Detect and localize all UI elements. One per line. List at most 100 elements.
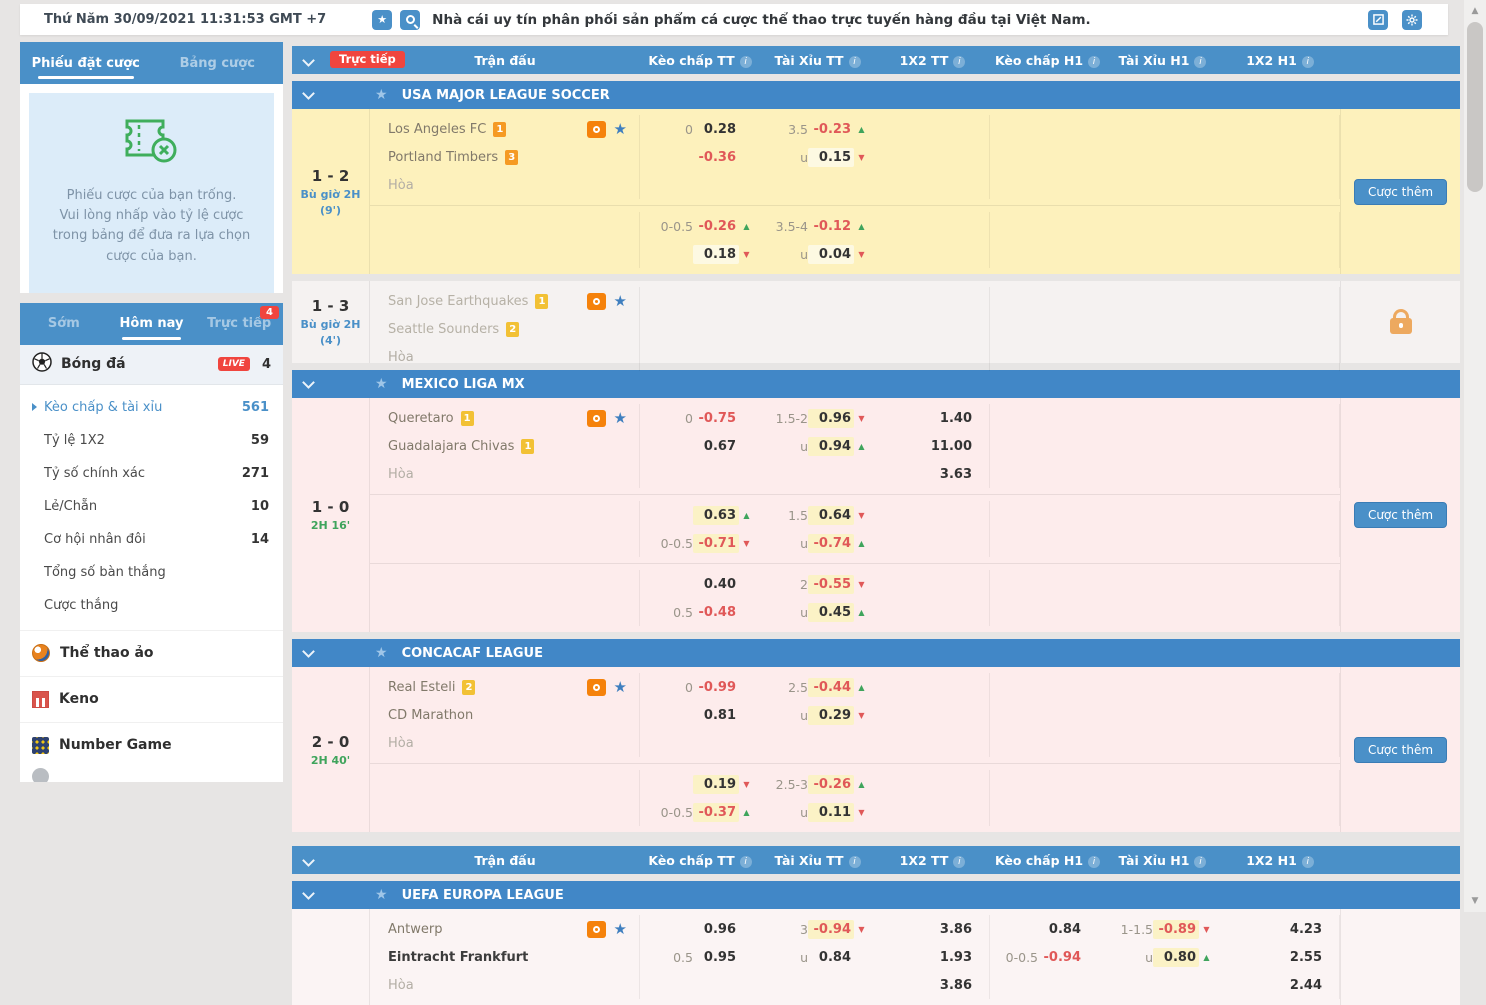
- odds-value[interactable]: -0.26: [693, 217, 739, 236]
- sidebar-item-total-goals[interactable]: Tổng số bàn thắng: [20, 556, 283, 589]
- live-stream-icon[interactable]: [587, 121, 606, 138]
- more-bets-button[interactable]: Cược thêm: [1354, 502, 1447, 528]
- more-bets-button[interactable]: Cược thêm: [1354, 179, 1447, 205]
- tab-today[interactable]: Hôm nay: [108, 303, 196, 345]
- league-star-icon[interactable]: ★: [375, 87, 388, 103]
- scroll-up-icon[interactable]: ▲: [1464, 2, 1486, 20]
- odds-value[interactable]: 0.11: [808, 803, 854, 822]
- league-header-uefa[interactable]: ★ UEFA EUROPA LEAGUE: [292, 881, 1460, 909]
- sidebar-item-1x2[interactable]: Tỷ lệ 1X2 59: [20, 424, 283, 457]
- live-stream-icon[interactable]: [587, 410, 606, 427]
- info-icon[interactable]: i: [849, 56, 861, 68]
- info-icon[interactable]: i: [953, 56, 965, 68]
- odds-value[interactable]: 0.04: [808, 245, 854, 264]
- info-icon[interactable]: i: [1194, 856, 1206, 868]
- search-icon[interactable]: [400, 10, 420, 30]
- favorite-star-icon[interactable]: ★: [614, 120, 627, 138]
- odds-value[interactable]: -0.55: [808, 575, 854, 594]
- live-filter-badge[interactable]: Trực tiếp: [330, 51, 405, 68]
- odds-value[interactable]: 0.84: [808, 948, 854, 967]
- info-icon[interactable]: i: [740, 856, 752, 868]
- odds-value[interactable]: -0.36: [693, 148, 739, 167]
- sidebar-item-double-chance[interactable]: Cơ hội nhân đôi 14: [20, 523, 283, 556]
- odds-value[interactable]: 0.81: [693, 706, 739, 725]
- odds-value[interactable]: 0.15: [808, 148, 854, 167]
- league-star-icon[interactable]: ★: [375, 887, 388, 903]
- info-icon[interactable]: i: [740, 56, 752, 68]
- info-icon[interactable]: i: [1302, 856, 1314, 868]
- collapse-league-icon[interactable]: [302, 87, 315, 100]
- odds-value[interactable]: -0.12: [808, 217, 854, 236]
- odds-value[interactable]: 1.40: [929, 409, 975, 428]
- odds-value[interactable]: 0.96: [808, 409, 854, 428]
- odds-value[interactable]: -0.89: [1153, 920, 1199, 939]
- collapse-all-icon[interactable]: [302, 54, 315, 67]
- league-star-icon[interactable]: ★: [375, 645, 388, 661]
- odds-value[interactable]: 4.23: [1279, 920, 1325, 939]
- sidebar-item-virtual-sports[interactable]: Thể thao ảo: [20, 630, 283, 676]
- tab-early[interactable]: Sớm: [20, 303, 108, 345]
- sidebar-item-keno[interactable]: Keno: [20, 676, 283, 722]
- info-icon[interactable]: i: [849, 856, 861, 868]
- odds-value[interactable]: -0.75: [693, 409, 739, 428]
- favorite-star-icon[interactable]: ★: [614, 678, 627, 696]
- odds-value[interactable]: 3.63: [929, 465, 975, 484]
- favorite-star-icon[interactable]: ★: [372, 10, 392, 30]
- odds-value[interactable]: 0.28: [693, 120, 739, 139]
- gear-icon[interactable]: [1402, 10, 1422, 30]
- odds-value[interactable]: -0.99: [693, 678, 739, 697]
- odds-value[interactable]: 0.94: [808, 437, 854, 456]
- league-star-icon[interactable]: ★: [375, 376, 388, 392]
- odds-value[interactable]: 0.67: [693, 437, 739, 456]
- sidebar-item-odd-even[interactable]: Lẻ/Chẵn 10: [20, 490, 283, 523]
- odds-value[interactable]: 0.95: [693, 948, 739, 967]
- sidebar-item-outright[interactable]: Cược thắng: [20, 589, 283, 622]
- odds-value[interactable]: -0.74: [808, 534, 854, 553]
- odds-value[interactable]: 0.29: [808, 706, 854, 725]
- sidebar-item-handicap-ou[interactable]: Kèo chấp & tài xỉu 561: [20, 391, 283, 424]
- scrollbar-thumb[interactable]: [1467, 22, 1483, 192]
- league-header-concacaf[interactable]: ★ CONCACAF LEAGUE: [292, 639, 1460, 667]
- info-icon[interactable]: i: [1194, 56, 1206, 68]
- sidebar-item-partial[interactable]: [20, 768, 283, 782]
- favorite-star-icon[interactable]: ★: [614, 292, 627, 310]
- odds-value[interactable]: 2.55: [1279, 948, 1325, 967]
- odds-value[interactable]: -0.71: [693, 534, 739, 553]
- odds-value[interactable]: 1.93: [929, 948, 975, 967]
- tab-bet-slip[interactable]: Phiếu đặt cược: [20, 42, 152, 84]
- odds-value[interactable]: -0.94: [808, 920, 854, 939]
- odds-value[interactable]: 11.00: [928, 437, 975, 456]
- odds-value[interactable]: 3.86: [929, 976, 975, 995]
- odds-value[interactable]: -0.44: [808, 678, 854, 697]
- vertical-scrollbar[interactable]: ▲ ▼: [1464, 0, 1486, 912]
- odds-value[interactable]: 0.84: [1038, 920, 1084, 939]
- odds-value[interactable]: -0.26: [808, 775, 854, 794]
- collapse-league-icon[interactable]: [302, 645, 315, 658]
- odds-value[interactable]: 0.40: [693, 575, 739, 594]
- odds-value[interactable]: 0.96: [693, 920, 739, 939]
- info-icon[interactable]: i: [1088, 56, 1100, 68]
- league-header-mls[interactable]: ★ USA MAJOR LEAGUE SOCCER: [292, 81, 1460, 109]
- collapse-league-icon[interactable]: [302, 887, 315, 900]
- odds-value[interactable]: -0.23: [808, 120, 854, 139]
- sidebar-item-correct-score[interactable]: Tỷ số chính xác 271: [20, 457, 283, 490]
- odds-value[interactable]: 2.44: [1279, 976, 1325, 995]
- odds-value[interactable]: 0.19: [693, 775, 739, 794]
- odds-value[interactable]: 0.18: [693, 245, 739, 264]
- edit-note-icon[interactable]: [1368, 10, 1388, 30]
- favorite-star-icon[interactable]: ★: [614, 920, 627, 938]
- live-stream-icon[interactable]: [587, 921, 606, 938]
- odds-value[interactable]: 3.86: [929, 920, 975, 939]
- odds-value[interactable]: 0.63: [693, 506, 739, 525]
- more-bets-button[interactable]: Cược thêm: [1354, 737, 1447, 763]
- sidebar-item-number-game[interactable]: Number Game: [20, 722, 283, 768]
- info-icon[interactable]: i: [953, 856, 965, 868]
- odds-value[interactable]: -0.48: [693, 603, 739, 622]
- odds-value[interactable]: -0.37: [693, 803, 739, 822]
- info-icon[interactable]: i: [1088, 856, 1100, 868]
- odds-value[interactable]: 0.80: [1153, 948, 1199, 967]
- live-stream-icon[interactable]: [587, 293, 606, 310]
- scroll-down-icon[interactable]: ▼: [1464, 892, 1486, 910]
- odds-value[interactable]: 0.45: [808, 603, 854, 622]
- sidebar-item-football[interactable]: Bóng đá LIVE 4: [20, 345, 283, 385]
